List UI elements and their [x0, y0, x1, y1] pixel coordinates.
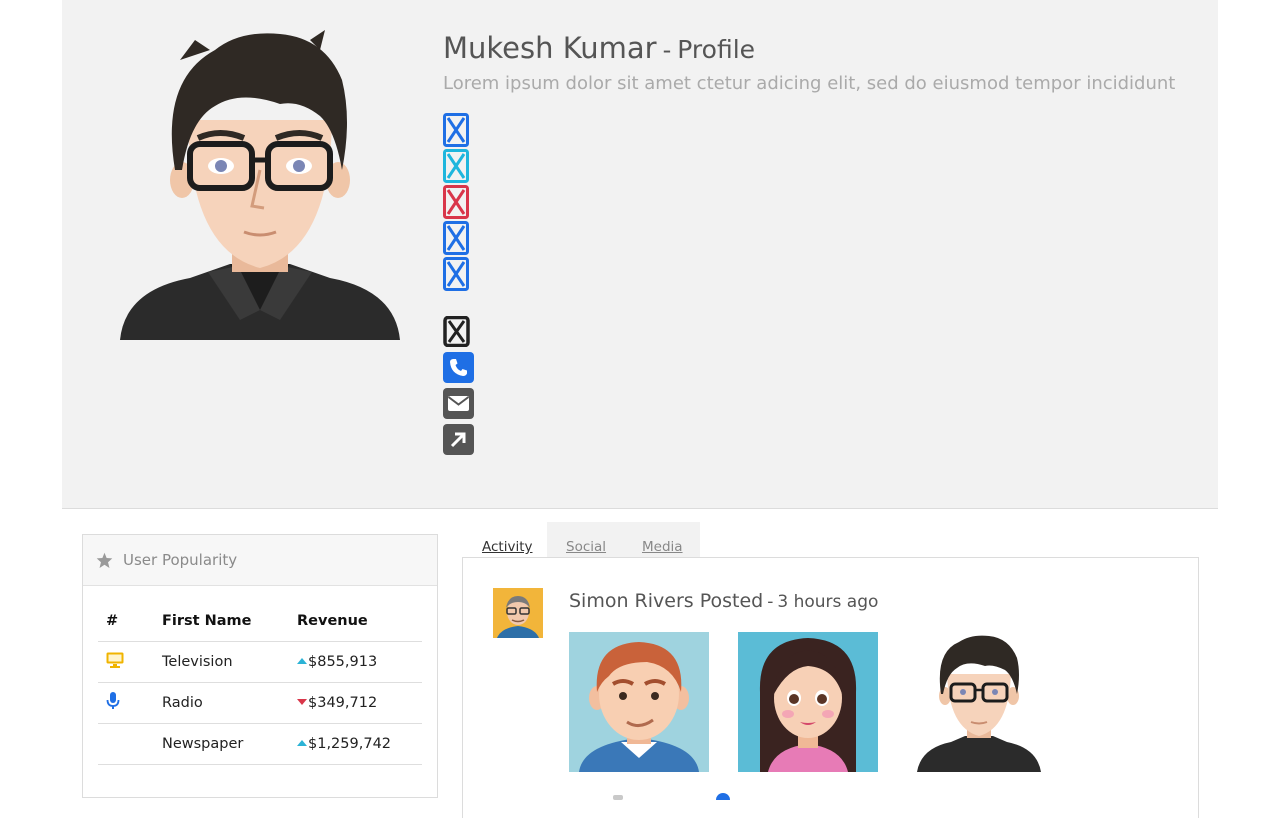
title-separator: - [662, 36, 672, 64]
row-name: Television [162, 641, 297, 683]
contact-links [443, 316, 475, 460]
trend-up-icon [297, 658, 307, 664]
profile-avatar [120, 30, 400, 340]
activity-actions-partial [613, 793, 730, 800]
broken-icon[interactable] [443, 316, 474, 347]
row-name: Newspaper [162, 723, 297, 765]
column-header-revenue: Revenue [297, 601, 422, 642]
microphone-icon [106, 692, 120, 709]
user-popularity-card: User Popularity # First Name Revenue Tel… [82, 534, 438, 798]
phone-icon[interactable] [443, 352, 474, 383]
profile-subtitle: Lorem ipsum dolor sit amet ctetur adicin… [443, 73, 1176, 94]
trend-up-icon [297, 740, 307, 746]
row-revenue-cell: $855,913 [297, 641, 422, 683]
column-header-index: # [98, 601, 162, 642]
profile-name: Mukesh Kumar [443, 31, 657, 65]
broken-social-icon[interactable] [443, 113, 469, 147]
broken-social-icon[interactable] [443, 257, 469, 291]
social-links [443, 113, 473, 293]
activity-time: 3 hours ago [777, 592, 879, 612]
activity-photo-man-glasses[interactable] [909, 632, 1049, 772]
broken-social-icon[interactable] [443, 221, 469, 255]
activity-poster: Simon Rivers Posted [569, 590, 764, 612]
profile-header: Mukesh Kumar - Profile Lorem ipsum dolor s… [62, 0, 1218, 509]
row-icon-cell [98, 641, 162, 683]
envelope-icon[interactable] [443, 388, 474, 419]
row-revenue-cell: $349,712 [297, 682, 422, 724]
tab-social[interactable]: Social [566, 539, 606, 555]
row-revenue: $855,913 [308, 654, 378, 670]
activity-separator: - [767, 592, 774, 612]
row-revenue: $1,259,742 [308, 736, 392, 752]
row-icon-cell [98, 723, 162, 765]
row-icon-cell [98, 682, 162, 724]
trend-down-icon [297, 699, 307, 705]
table-header-row: # First Name Revenue [98, 601, 422, 642]
table-row: Television $855,913 [98, 641, 422, 683]
tab-media[interactable]: Media [642, 539, 683, 555]
activity-photo-red-haired-man[interactable] [569, 632, 709, 772]
column-header-first-name: First Name [162, 601, 297, 642]
user-popularity-title: User Popularity [123, 551, 238, 569]
row-revenue-cell: $1,259,742 [297, 723, 422, 765]
star-icon [96, 552, 113, 568]
profile-title-suffix: Profile [677, 35, 756, 64]
profile-title: Mukesh Kumar - Profile [443, 28, 755, 66]
row-name: Radio [162, 682, 297, 724]
activity-title: Simon Rivers Posted -3 hours ago [569, 590, 878, 612]
broken-social-icon[interactable] [443, 185, 469, 219]
user-popularity-header: User Popularity [83, 535, 437, 586]
popularity-table: # First Name Revenue Television $855,913… [98, 601, 422, 765]
external-link-icon[interactable] [443, 424, 474, 455]
monitor-icon [106, 652, 124, 668]
table-row: Newspaper $1,259,742 [98, 723, 422, 765]
tab-activity[interactable]: Activity [482, 539, 533, 555]
row-revenue: $349,712 [308, 695, 378, 711]
broken-social-icon[interactable] [443, 149, 469, 183]
activity-photo-woman[interactable] [738, 632, 878, 772]
poster-avatar[interactable] [493, 588, 543, 638]
table-row: Radio $349,712 [98, 682, 422, 724]
